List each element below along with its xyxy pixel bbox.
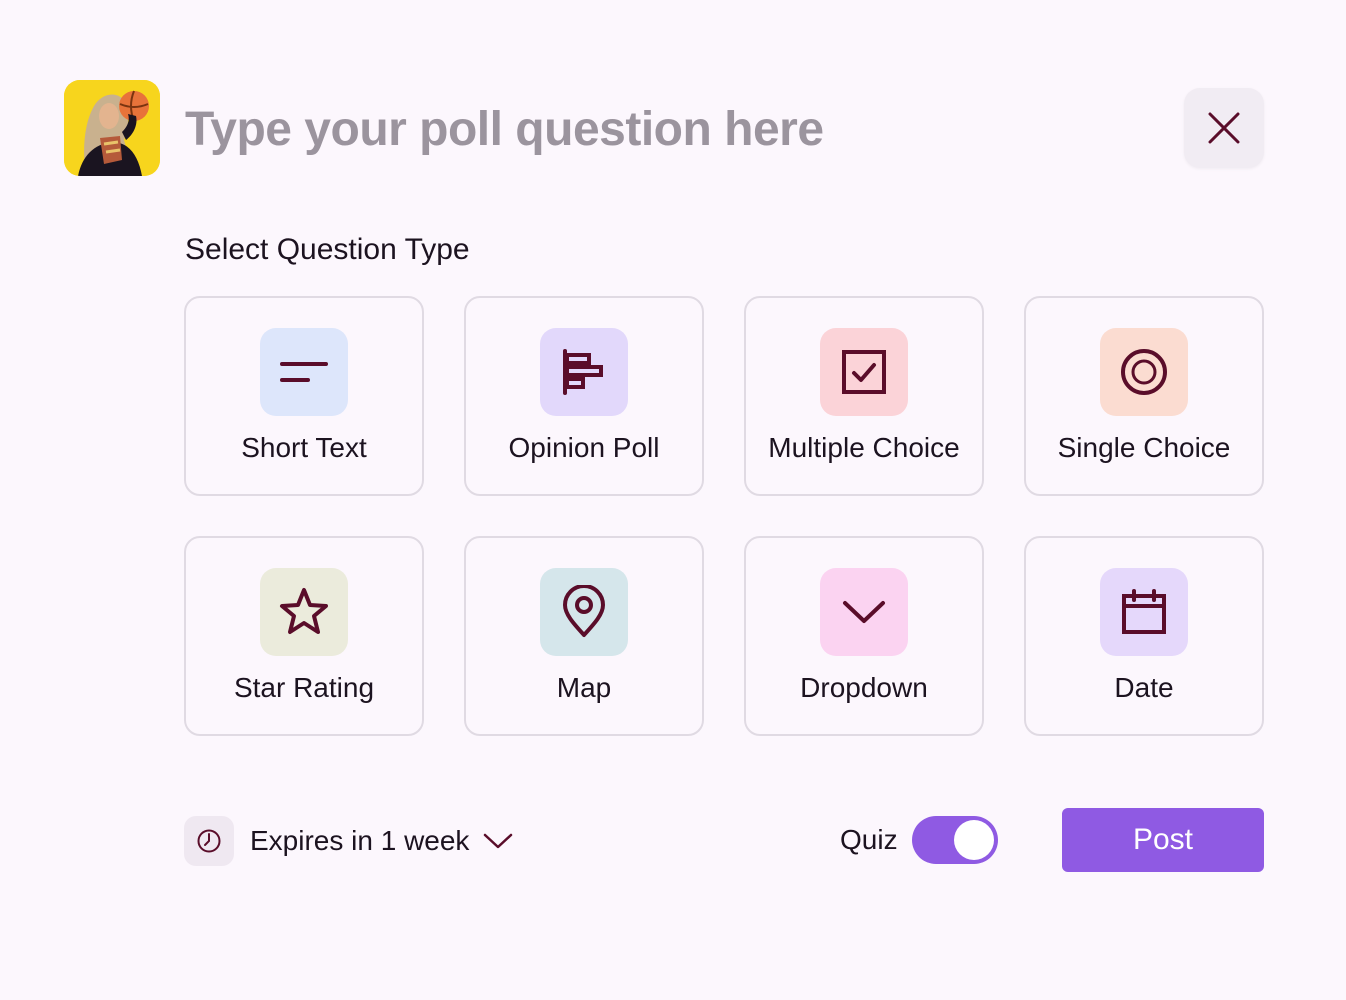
question-type-opinion-poll[interactable]: Opinion Poll bbox=[464, 296, 704, 496]
quiz-label: Quiz bbox=[840, 824, 898, 855]
quiz-toggle[interactable] bbox=[912, 816, 998, 864]
chevron-down-icon bbox=[483, 832, 513, 850]
close-button[interactable] bbox=[1184, 88, 1264, 168]
map-pin-icon bbox=[540, 568, 628, 656]
calendar-icon bbox=[1100, 568, 1188, 656]
question-type-dropdown[interactable]: Dropdown bbox=[744, 536, 984, 736]
question-type-single-choice[interactable]: Single Choice bbox=[1024, 296, 1264, 496]
question-type-map[interactable]: Map bbox=[464, 536, 704, 736]
question-type-label: Short Text bbox=[241, 432, 367, 463]
question-type-label: Star Rating bbox=[233, 672, 375, 703]
question-type-label: Date bbox=[1114, 672, 1174, 703]
post-button[interactable]: Post bbox=[1062, 808, 1264, 872]
clock-icon bbox=[184, 816, 234, 866]
poll-question-input[interactable] bbox=[185, 96, 1145, 162]
short-text-icon bbox=[260, 328, 348, 416]
section-title: Select Question Type bbox=[185, 233, 470, 266]
avatar[interactable] bbox=[64, 80, 160, 176]
question-type-label: Opinion Poll bbox=[508, 432, 660, 463]
question-type-date[interactable]: Date bbox=[1024, 536, 1264, 736]
radio-icon bbox=[1100, 328, 1188, 416]
chevron-down-icon bbox=[820, 568, 908, 656]
checkbox-icon bbox=[820, 328, 908, 416]
bar-chart-icon bbox=[540, 328, 628, 416]
expiry-label: Expires in 1 week bbox=[250, 825, 470, 856]
expiry-selector[interactable]: Expires in 1 week bbox=[184, 816, 513, 866]
question-type-short-text[interactable]: Short Text bbox=[184, 296, 424, 496]
toggle-knob bbox=[954, 820, 994, 860]
question-type-label: Multiple Choice bbox=[768, 432, 960, 463]
question-type-label: Map bbox=[556, 672, 612, 703]
question-type-label: Single Choice bbox=[1057, 432, 1231, 463]
question-type-star-rating[interactable]: Star Rating bbox=[184, 536, 424, 736]
question-type-label: Dropdown bbox=[800, 672, 928, 703]
question-type-multiple-choice[interactable]: Multiple Choice bbox=[744, 296, 984, 496]
star-icon bbox=[260, 568, 348, 656]
close-icon bbox=[1208, 112, 1240, 144]
